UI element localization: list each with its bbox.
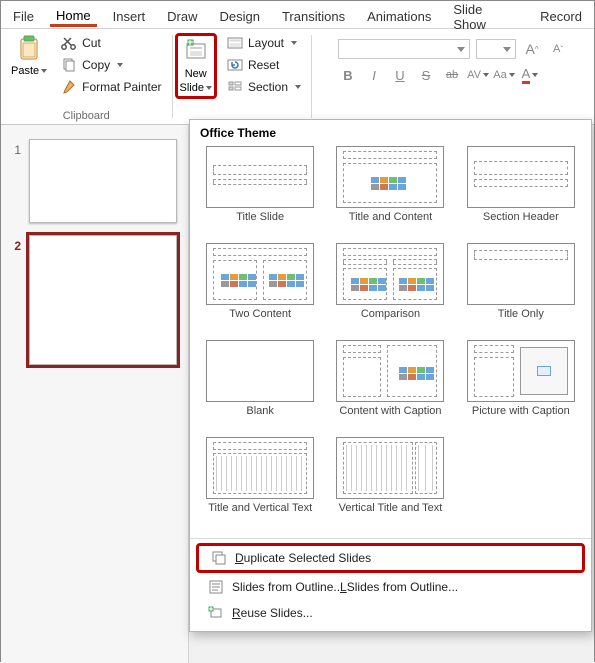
- layout-content-with-caption[interactable]: Content with Caption: [330, 340, 450, 431]
- duplicate-icon: [211, 550, 227, 566]
- format-painter-label: Format Painter: [82, 81, 161, 93]
- new-slide-icon: [183, 38, 209, 66]
- group-clipboard: Paste Cut Copy: [1, 29, 172, 124]
- bold-button[interactable]: B: [338, 65, 358, 85]
- group-slides: New Slide Layout Reset: [173, 29, 312, 124]
- cut-label: Cut: [82, 37, 101, 49]
- reuse-slides[interactable]: Reuse Slides...: [196, 601, 585, 625]
- strike-button[interactable]: S: [416, 65, 436, 85]
- group-font: A^ Aˇ B I U S ab AV Aa A: [312, 29, 594, 124]
- tab-home[interactable]: Home: [50, 6, 97, 27]
- layout-title-only[interactable]: Title Only: [461, 243, 581, 334]
- paste-button[interactable]: Paste: [7, 33, 51, 79]
- clipboard-group-label: Clipboard: [63, 110, 110, 124]
- reset-label: Reset: [248, 59, 279, 71]
- layout-comparison[interactable]: Comparison: [330, 243, 450, 334]
- layout-picture-with-caption[interactable]: Picture with Caption: [461, 340, 581, 431]
- tab-animations[interactable]: Animations: [361, 7, 437, 26]
- layout-two-content[interactable]: Two Content: [200, 243, 320, 334]
- paintbrush-icon: [61, 79, 77, 95]
- slide-thumbnail[interactable]: [29, 139, 177, 223]
- tab-draw[interactable]: Draw: [161, 7, 203, 26]
- new-slide-dropdown: Office Theme Title Slide Title and Conte…: [189, 119, 592, 632]
- font-size-combo[interactable]: [476, 39, 516, 59]
- thumb-number: 1: [9, 139, 21, 223]
- slide-thumbnail-selected[interactable]: [29, 235, 177, 365]
- tab-design[interactable]: Design: [214, 7, 266, 26]
- layout-blank[interactable]: Blank: [200, 340, 320, 431]
- tab-record[interactable]: Record: [534, 7, 588, 26]
- copy-label: Copy: [82, 59, 110, 71]
- layout-title-slide[interactable]: Title Slide: [200, 146, 320, 237]
- slide-thumbnails-pane[interactable]: 1 2: [1, 125, 189, 663]
- scissors-icon: [61, 35, 77, 51]
- change-case-button[interactable]: Aa: [494, 65, 514, 85]
- paste-icon: [16, 35, 42, 63]
- new-slide-button[interactable]: New Slide: [175, 33, 217, 99]
- layout-button[interactable]: Layout: [223, 33, 305, 53]
- ribbon-tabs: File Home Insert Draw Design Transitions…: [1, 1, 594, 29]
- thumbnail-row[interactable]: 2: [9, 235, 180, 365]
- thumb-number: 2: [9, 235, 21, 365]
- new-slide-label-2: Slide: [180, 82, 212, 94]
- reset-icon: [227, 57, 243, 73]
- section-button[interactable]: Section: [223, 77, 305, 97]
- format-painter-button[interactable]: Format Painter: [57, 77, 165, 97]
- layout-icon: [227, 35, 243, 51]
- layout-section-header[interactable]: Section Header: [461, 146, 581, 237]
- layout-gallery: Title Slide Title and Content Section He…: [190, 144, 591, 534]
- decrease-font-button[interactable]: Aˇ: [548, 39, 568, 59]
- section-icon: [227, 79, 243, 95]
- layout-label: Layout: [248, 37, 284, 49]
- reset-button[interactable]: Reset: [223, 55, 305, 75]
- cut-button[interactable]: Cut: [57, 33, 165, 53]
- font-color-button[interactable]: A: [520, 65, 540, 85]
- duplicate-selected-slides[interactable]: Duplicate Selected Slides: [196, 543, 585, 573]
- new-slide-label-1: New: [185, 68, 207, 80]
- layout-title-and-content[interactable]: Title and Content: [330, 146, 450, 237]
- shadow-button[interactable]: ab: [442, 65, 462, 85]
- tab-transitions[interactable]: Transitions: [276, 7, 351, 26]
- copy-icon: [61, 57, 77, 73]
- layout-vertical-title-and-text[interactable]: Vertical Title and Text: [330, 437, 450, 528]
- italic-button[interactable]: I: [364, 65, 384, 85]
- underline-button[interactable]: U: [390, 65, 410, 85]
- section-label: Section: [248, 81, 288, 93]
- char-spacing-button[interactable]: AV: [468, 65, 488, 85]
- outline-icon: [208, 579, 224, 595]
- reuse-icon: [208, 605, 224, 621]
- dropdown-header: Office Theme: [190, 120, 591, 144]
- layout-title-and-vertical-text[interactable]: Title and Vertical Text: [200, 437, 320, 528]
- tab-insert[interactable]: Insert: [107, 7, 152, 26]
- copy-button[interactable]: Copy: [57, 55, 165, 75]
- increase-font-button[interactable]: A^: [522, 39, 542, 59]
- paste-label: Paste: [11, 65, 47, 77]
- tab-file[interactable]: File: [7, 7, 40, 26]
- thumbnail-row[interactable]: 1: [9, 139, 180, 223]
- ribbon: Paste Cut Copy: [1, 29, 594, 125]
- font-name-combo[interactable]: [338, 39, 470, 59]
- slides-from-outline[interactable]: Slides from Outline..LSlides from Outlin…: [196, 575, 585, 599]
